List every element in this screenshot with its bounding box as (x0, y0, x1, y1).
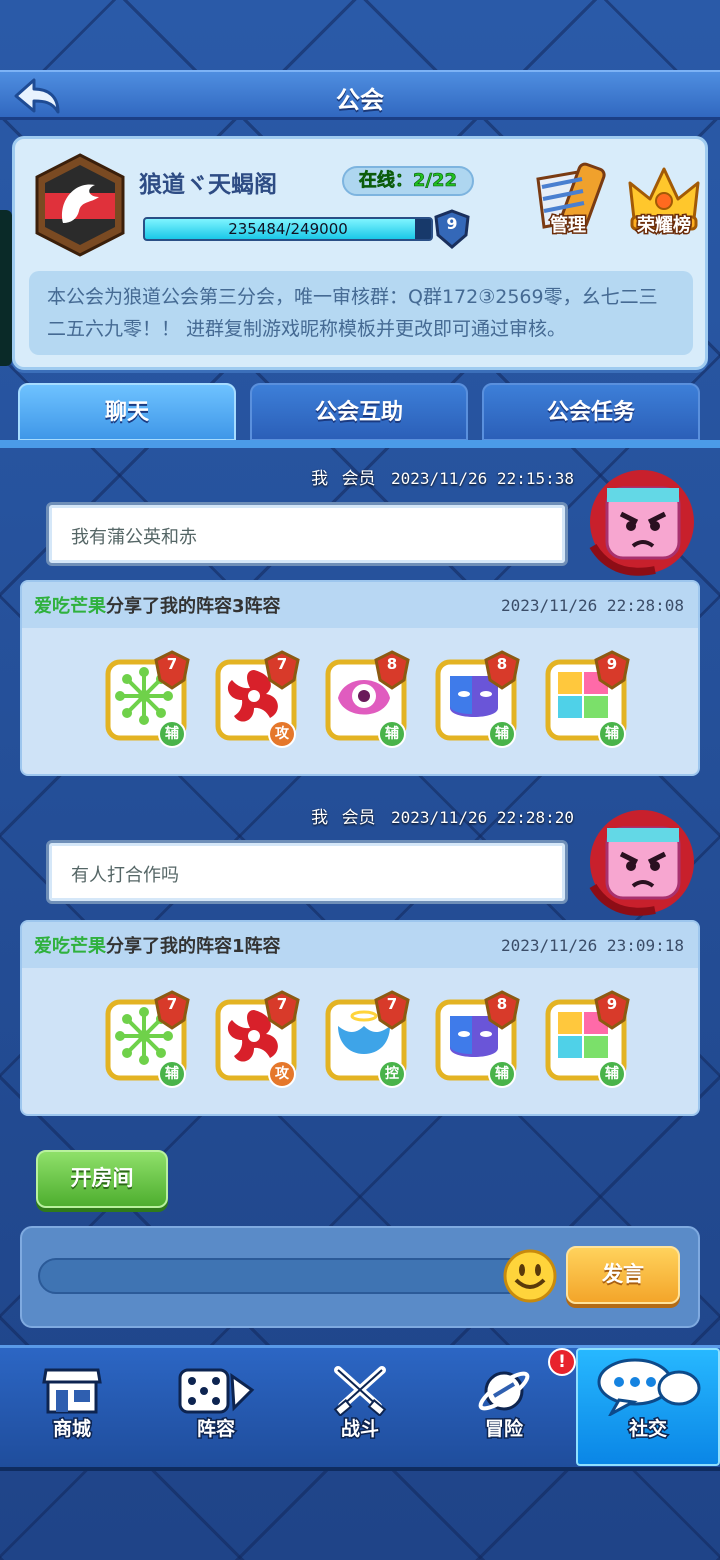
unit-role-badge: 辅 (488, 720, 516, 748)
chat-bubble: 有人打合作吗 (46, 840, 568, 904)
sender-name: 我 (311, 469, 329, 489)
nav-social-label: 社交 (627, 1417, 668, 1442)
page-title: 公会 (336, 86, 384, 114)
unit-level: 7 (276, 995, 288, 1013)
nav-shop[interactable]: 商城 (0, 1348, 144, 1466)
chat-bubble: 我有蒲公英和赤 (46, 502, 568, 566)
honor-ranking-button[interactable]: 荣耀榜 (621, 161, 707, 251)
unit-level: 8 (386, 655, 398, 673)
share-description: 分享了我的阵容1阵容 (106, 936, 281, 957)
unit-level: 8 (496, 655, 508, 673)
unit-level: 8 (496, 995, 508, 1013)
share-time: 2023/11/26 22:28:08 (500, 596, 684, 615)
unit-card[interactable]: 8辅 (434, 990, 524, 1088)
smiley-icon (503, 1249, 557, 1303)
nav-adventure-label: 冒险 (483, 1417, 524, 1442)
shared-lineup-header: 爱吃芒果分享了我的阵容1阵容 2023/11/26 23:09:18 (22, 922, 698, 968)
share-username: 爱吃芒果 (34, 936, 106, 957)
unit-card[interactable]: 7辅 (104, 650, 194, 748)
unit-card[interactable]: 8辅 (434, 650, 524, 748)
sender-role: 会员 (341, 808, 376, 828)
unit-level: 7 (166, 655, 178, 673)
chat-input[interactable] (38, 1258, 538, 1294)
unit-role-badge: 辅 (158, 1060, 186, 1088)
unit-role-badge: 控 (378, 1060, 406, 1088)
share-description: 分享了我的阵容3阵容 (106, 596, 281, 617)
share-header-text: 爱吃芒果分享了我的阵容1阵容 (34, 932, 281, 958)
online-count-badge: 在线：2/22 (342, 166, 474, 196)
tab-chat[interactable]: 聊天 (18, 383, 236, 441)
guild-level: 9 (446, 214, 458, 233)
shared-lineup-card[interactable]: 爱吃芒果分享了我的阵容3阵容 2023/11/26 22:28:08 7辅7攻8… (20, 580, 700, 776)
shared-lineup-header: 爱吃芒果分享了我的阵容3阵容 2023/11/26 22:28:08 (22, 582, 698, 628)
message-time: 2023/11/26 22:15:38 (390, 469, 574, 488)
chat-input-bar: 发言 (20, 1226, 700, 1328)
unit-card[interactable]: 7控 (324, 990, 414, 1088)
avatar[interactable] (585, 466, 700, 578)
unit-level: 9 (606, 995, 618, 1013)
nav-social[interactable]: 社交 (576, 1348, 720, 1466)
nav-lineup-label: 阵容 (195, 1417, 236, 1442)
nav-battle-label: 战斗 (339, 1417, 380, 1442)
manage-label: 管理 (549, 214, 588, 238)
angry-dice-avatar-icon (589, 810, 694, 916)
unit-card[interactable]: 9辅 (544, 650, 634, 748)
unit-role-badge: 辅 (378, 720, 406, 748)
unit-role-badge: 攻 (268, 1060, 296, 1088)
send-button[interactable]: 发言 (566, 1246, 680, 1304)
tab-guild-tasks[interactable]: 公会任务 (482, 383, 700, 441)
unit-level: 7 (166, 995, 178, 1013)
unit-card[interactable]: 7辅 (104, 990, 194, 1088)
manage-button[interactable]: 管理 (525, 161, 611, 251)
unit-level: 7 (276, 655, 288, 673)
angry-dice-avatar-icon (589, 470, 694, 576)
unit-level: 7 (386, 995, 398, 1013)
unit-role-badge: 辅 (158, 720, 186, 748)
guild-info-panel: 狼道ヾ天蝎阁 在线：2/22 235484/249000 9 管理 荣耀榜 本公… (12, 136, 708, 370)
guild-xp-bar: 235484/249000 (143, 217, 433, 241)
notification-badge: ! (548, 1348, 576, 1376)
guild-xp-text: 235484/249000 (228, 220, 348, 238)
shared-lineup-card[interactable]: 爱吃芒果分享了我的阵容1阵容 2023/11/26 23:09:18 7辅7攻7… (20, 920, 700, 1116)
tab-underline (0, 440, 720, 448)
avatar[interactable] (585, 806, 700, 918)
shop-icon (42, 1368, 102, 1414)
dice-icon (178, 1368, 255, 1414)
nav-battle[interactable]: 战斗 (288, 1348, 432, 1466)
message-time: 2023/11/26 22:28:20 (390, 808, 574, 827)
unit-card[interactable]: 9辅 (544, 990, 634, 1088)
message-meta: 我 会员 2023/11/26 22:15:38 (311, 464, 574, 489)
bottom-nav: 商城 阵容 战斗 冒险 社交 (0, 1345, 720, 1467)
tab-guild-help[interactable]: 公会互助 (250, 383, 468, 441)
unit-card[interactable]: 7攻 (214, 990, 304, 1088)
crossed-swords-icon (333, 1366, 387, 1416)
share-username: 爱吃芒果 (34, 596, 106, 617)
open-room-button[interactable]: 开房间 (36, 1150, 168, 1208)
share-time: 2023/11/26 23:09:18 (500, 936, 684, 955)
message-meta: 我 会员 2023/11/26 22:28:20 (311, 803, 574, 828)
guild-emblem[interactable] (33, 153, 127, 257)
emoji-button[interactable] (502, 1248, 558, 1304)
unit-role-badge: 辅 (598, 720, 626, 748)
sender-role: 会员 (341, 469, 376, 489)
sender-name: 我 (311, 808, 329, 828)
unit-card[interactable]: 8辅 (324, 650, 414, 748)
nav-shop-label: 商城 (51, 1417, 92, 1442)
share-header-text: 爱吃芒果分享了我的阵容3阵容 (34, 592, 281, 618)
unit-role-badge: 辅 (598, 1060, 626, 1088)
nav-lineup[interactable]: 阵容 (144, 1348, 288, 1466)
chat-bubbles-icon (597, 1358, 701, 1416)
unit-role-badge: 攻 (268, 720, 296, 748)
unit-role-badge: 辅 (488, 1060, 516, 1088)
planet-icon (478, 1371, 530, 1411)
unit-card[interactable]: 7攻 (214, 650, 304, 748)
unit-level: 9 (606, 655, 618, 673)
left-edge-decoration (0, 210, 12, 366)
top-header: 公会 (0, 70, 720, 120)
guild-name: 狼道ヾ天蝎阁 (139, 172, 277, 198)
guild-notice: 本公会为狼道公会第三分会，唯一审核群：Q群172③2569零，幺七二三二五六九零… (29, 271, 693, 355)
